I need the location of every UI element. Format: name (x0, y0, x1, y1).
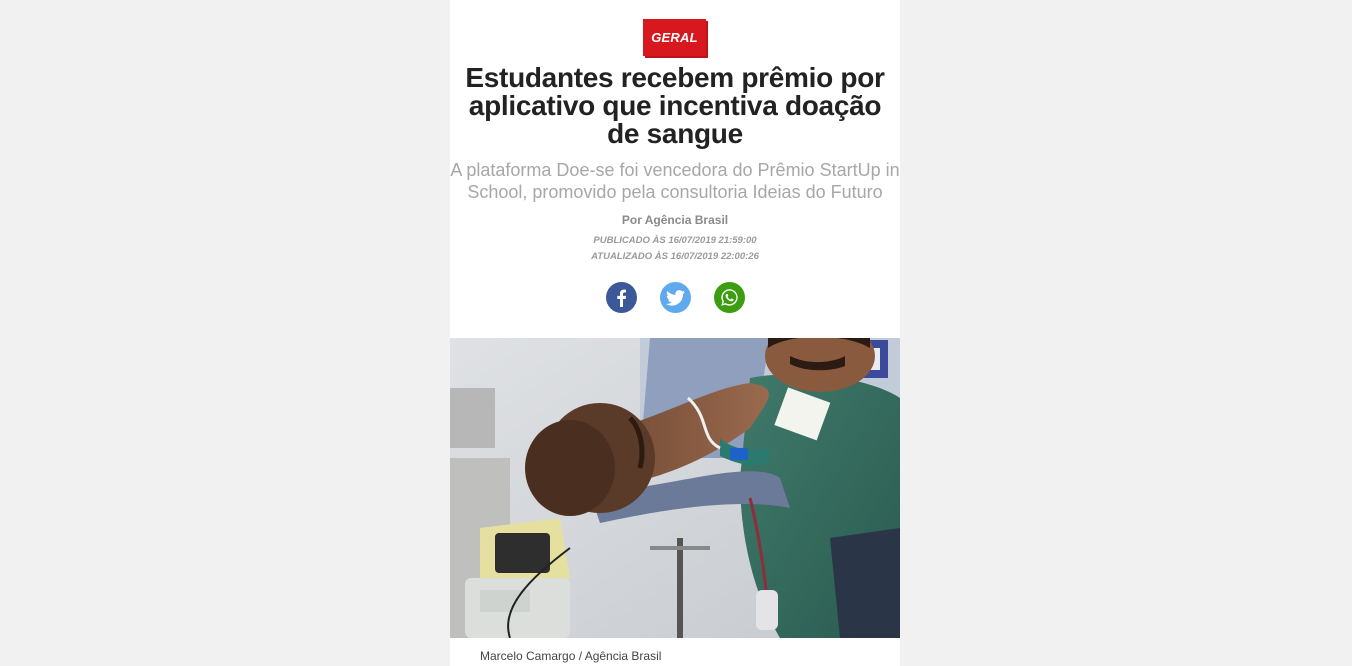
updated-date: ATUALIZADO ÀS 16/07/2019 22:00:26 (591, 251, 759, 262)
article-author: Por Agência Brasil (621, 213, 729, 227)
whatsapp-icon (720, 289, 738, 306)
article-photo (450, 338, 900, 638)
article-headline: Estudantes recebem prêmio por aplicativo… (465, 62, 885, 149)
twitter-icon (665, 289, 685, 306)
blood-donation-photo (450, 338, 900, 638)
share-facebook-button[interactable] (605, 282, 637, 313)
photo-credit: Marcelo Camargo / Agência Brasil (480, 649, 662, 663)
article-dates: PUBLICADO ÀS 16/07/2019 21:59:00 ATUALIZ… (450, 233, 900, 265)
category-tag[interactable]: GERAL (643, 19, 706, 56)
article-container: GERAL Estudantes recebem prêmio por apli… (450, 0, 900, 666)
share-whatsapp-button[interactable] (713, 282, 745, 313)
facebook-icon (617, 289, 627, 307)
share-twitter-button[interactable] (659, 282, 691, 313)
published-date: PUBLICADO ÀS 16/07/2019 21:59:00 (593, 235, 757, 246)
article-subtitle: A plataforma Doe-se foi vencedora do Prê… (450, 160, 900, 202)
share-bar (450, 282, 900, 313)
